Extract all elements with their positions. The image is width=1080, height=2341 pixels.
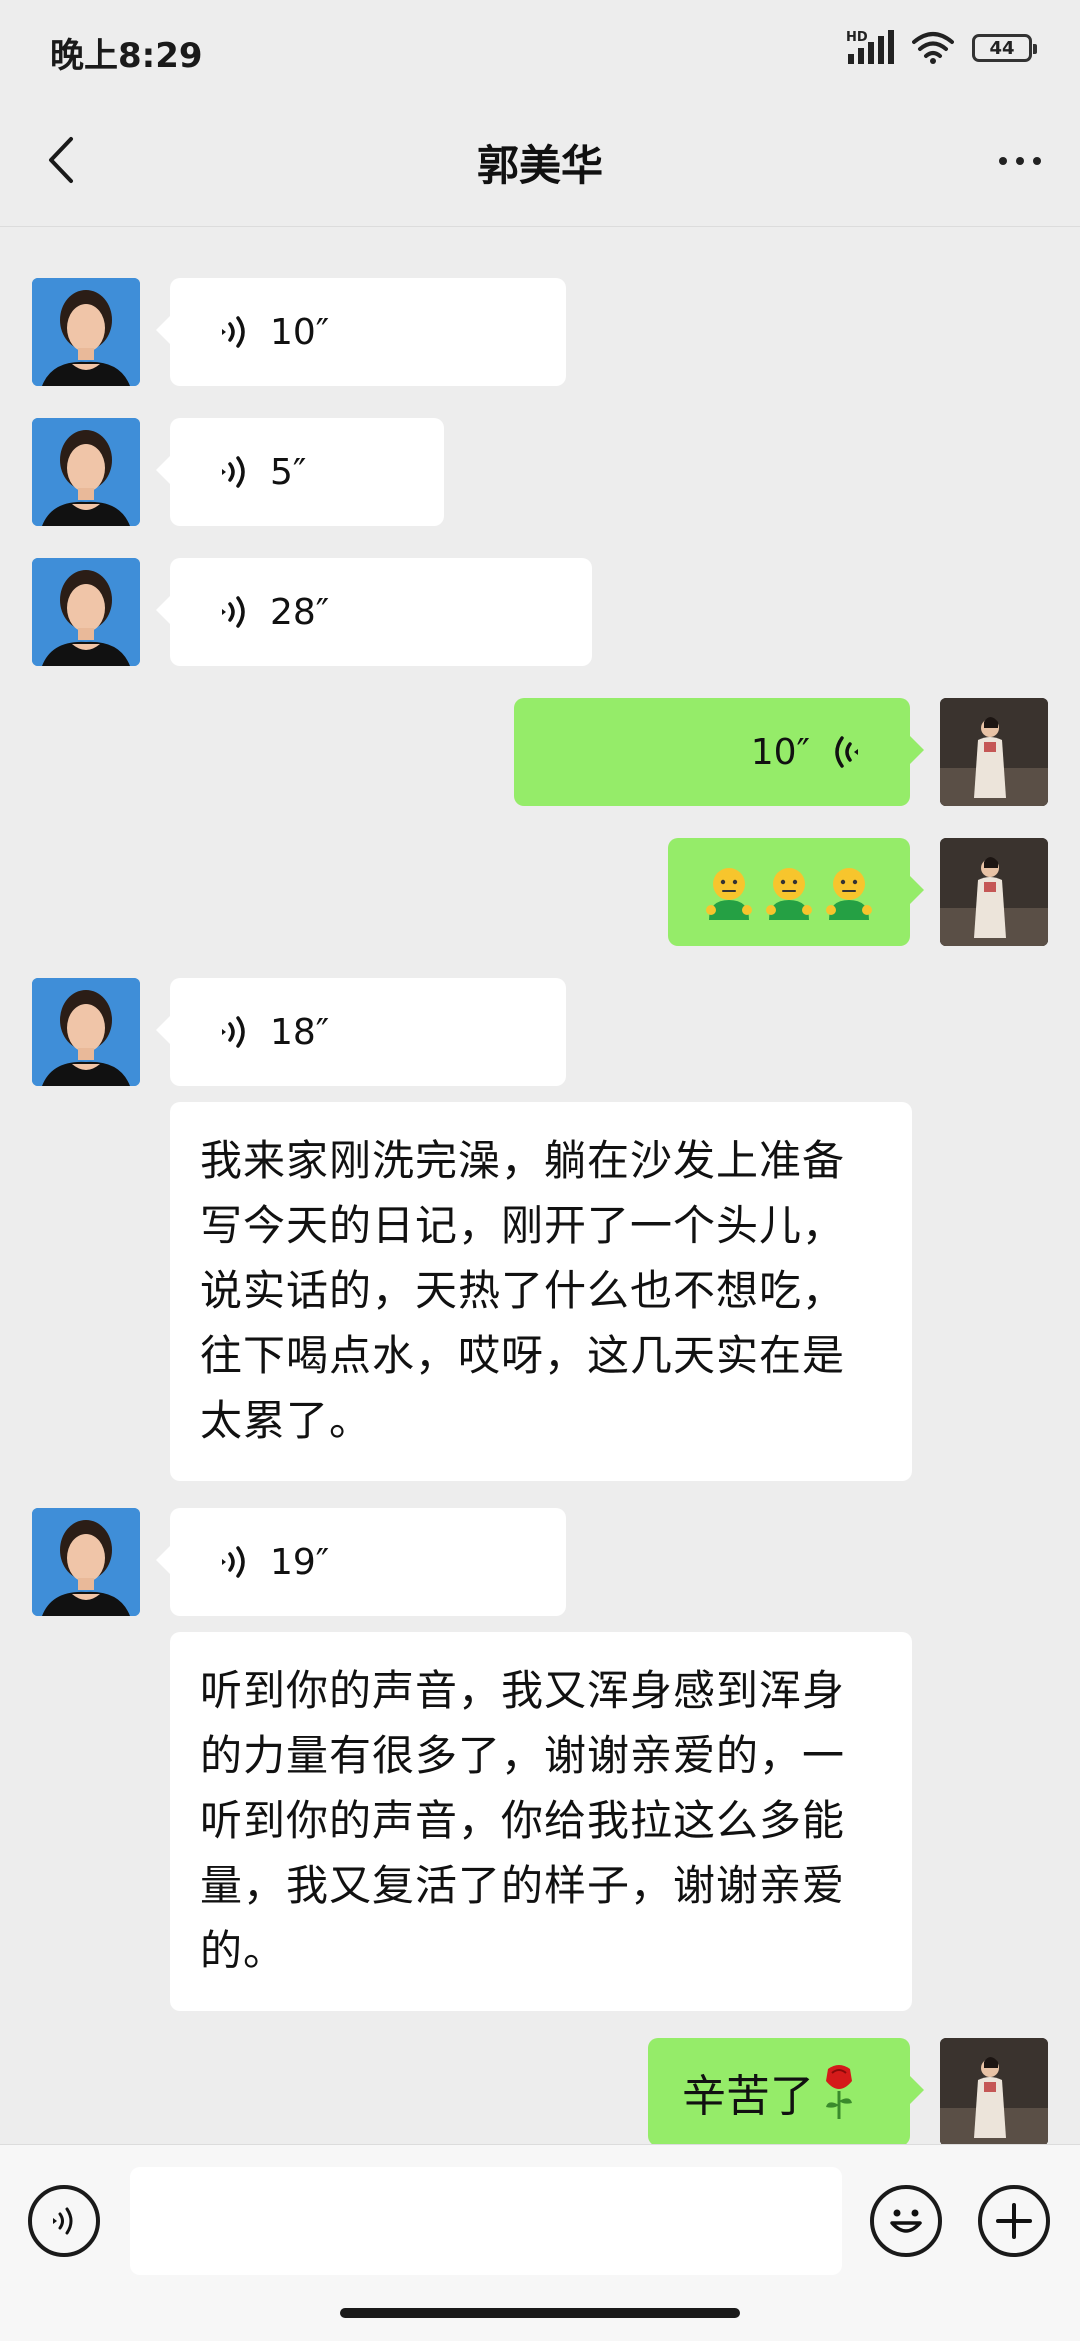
wifi-icon: [912, 32, 954, 64]
voice-message[interactable]: 10″: [514, 698, 924, 806]
voice-wave-icon: [222, 596, 245, 628]
smiley-icon: [890, 2209, 922, 2233]
more-dot: [1016, 157, 1024, 165]
rose-emoji-icon: [826, 2065, 852, 2119]
voice-duration: 5″: [270, 451, 307, 493]
person-emoji-icon: [706, 868, 752, 920]
emoji-content: [668, 838, 910, 946]
contact-avatar[interactable]: [32, 278, 140, 386]
message-list[interactable]: 10″ 5″ 28″ 10″ 18″ 我来家刚洗完澡，躺在沙发上准备写今天的日记…: [0, 226, 1080, 2144]
message-input[interactable]: [130, 2167, 842, 2275]
contact-avatar[interactable]: [32, 1508, 140, 1616]
more-dot: [1033, 157, 1041, 165]
voice-wave-icon: [222, 456, 245, 488]
voice-wave-icon: [835, 736, 858, 768]
voice-message[interactable]: 5″: [156, 418, 444, 526]
voice-wave-icon: [222, 316, 245, 348]
voice-input-button[interactable]: [28, 2185, 100, 2257]
status-bar: 晚上8:29 HD 44: [0, 0, 1080, 100]
voice-duration: 28″: [270, 591, 330, 633]
my-avatar[interactable]: [940, 2038, 1048, 2144]
voice-message[interactable]: 28″: [156, 558, 592, 666]
my-avatar[interactable]: [940, 698, 1048, 806]
status-time: 晚上8:29: [50, 36, 203, 76]
my-avatar[interactable]: [940, 838, 1048, 946]
voice-message[interactable]: 10″: [156, 278, 566, 386]
contact-avatar[interactable]: [32, 558, 140, 666]
battery-level: 44: [989, 37, 1015, 59]
voice-duration: 19″: [270, 1541, 330, 1583]
home-indicator[interactable]: [340, 2308, 740, 2318]
message-text: 听到你的声音，我又浑身感到浑身的力量有很多了，谢谢亲爱的，一听到你的声音，你给我…: [200, 1666, 846, 1975]
chat-header: 郭美华: [0, 100, 1080, 227]
more-dot: [999, 157, 1007, 165]
person-emoji-icon: [826, 868, 872, 920]
message-text: 我来家刚洗完澡，躺在沙发上准备写今天的日记，刚开了一个头儿，说实话的，天热了什么…: [200, 1136, 846, 1445]
voice-wave-icon: [222, 1016, 245, 1048]
more-button[interactable]: [988, 136, 1052, 186]
voice-duration: 10″: [270, 311, 330, 353]
contact-avatar[interactable]: [32, 418, 140, 526]
text-message[interactable]: 听到你的声音，我又浑身感到浑身的力量有很多了，谢谢亲爱的，一听到你的声音，你给我…: [170, 1632, 912, 2011]
message-text: 辛苦了: [682, 2071, 814, 2122]
page-title: 郭美华: [476, 141, 603, 190]
text-message[interactable]: 我来家刚洗完澡，躺在沙发上准备写今天的日记，刚开了一个头儿，说实话的，天热了什么…: [170, 1102, 912, 1481]
contact-avatar[interactable]: [32, 978, 140, 1086]
emoji-message[interactable]: [668, 838, 924, 946]
status-icons: HD 44: [846, 30, 1037, 66]
voice-wave-icon: [222, 1546, 245, 1578]
emoji-button[interactable]: [870, 2185, 942, 2257]
text-message[interactable]: 辛苦了: [648, 2038, 924, 2144]
person-emoji-icon: [766, 868, 812, 920]
cellular-signal-icon: HD: [846, 30, 894, 66]
voice-message[interactable]: 18″: [156, 978, 566, 1086]
network-label: HD: [846, 30, 868, 45]
battery-icon: 44: [972, 34, 1037, 62]
plus-icon: [996, 2203, 1032, 2239]
voice-duration: 18″: [270, 1011, 330, 1053]
voice-wave-icon: [53, 2207, 73, 2235]
more-functions-button[interactable]: [978, 2185, 1050, 2257]
voice-message[interactable]: 19″: [156, 1508, 566, 1616]
voice-duration: 10″: [750, 731, 810, 773]
